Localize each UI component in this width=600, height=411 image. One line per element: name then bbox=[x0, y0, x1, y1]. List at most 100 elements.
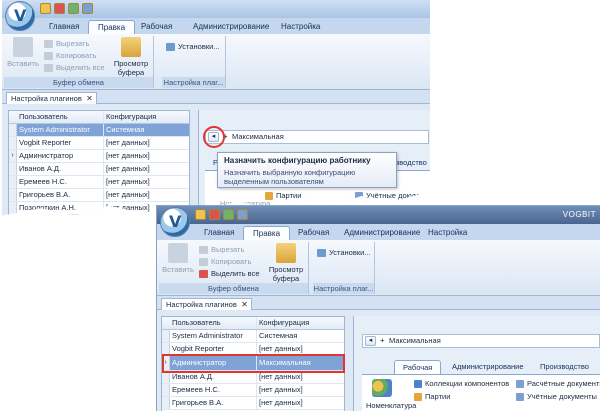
nomenclature-item[interactable]: Номенклатура bbox=[366, 401, 416, 411]
title-bar bbox=[2, 0, 430, 31]
tab-edit[interactable]: Правка bbox=[88, 20, 136, 34]
grid-header: Пользователь Конфигурация bbox=[162, 317, 344, 330]
plugins-settings-group: Установки... Настройка плаг... bbox=[313, 242, 375, 294]
doc-tab-plugins[interactable]: Настройка плагинов ✕ bbox=[6, 92, 97, 104]
select-all-icon bbox=[199, 270, 208, 278]
copy-button[interactable]: Копировать bbox=[44, 51, 96, 61]
cut-button[interactable]: Вырезать bbox=[44, 39, 89, 49]
subtab-admin[interactable]: Администрирование bbox=[444, 360, 532, 374]
batches-icon bbox=[414, 393, 422, 401]
cut-button[interactable]: Вырезать bbox=[199, 245, 244, 255]
highlight-circle bbox=[203, 126, 225, 148]
open-icon[interactable] bbox=[195, 209, 206, 220]
tooltip-title: Назначить конфигурацию работнику bbox=[224, 156, 371, 165]
table-row[interactable]: Григорьев В.А. [нет данных] bbox=[162, 397, 344, 410]
clipboard-group-label: Буфер обмена bbox=[159, 283, 308, 294]
sub-tabs: Рабочая Администрирование Производство bbox=[394, 360, 600, 374]
scissors-icon bbox=[44, 40, 53, 48]
table-row[interactable]: › Администратор [нет данных] bbox=[9, 150, 189, 163]
document-icon bbox=[516, 380, 524, 388]
ribbon-tabs: Главная Правка Рабочая Администрирование… bbox=[157, 224, 600, 240]
subtab-production[interactable]: Производство bbox=[532, 360, 597, 374]
grid-header: Пользователь Конфигурация bbox=[9, 111, 189, 124]
close-tab-icon[interactable]: ✕ bbox=[86, 93, 93, 104]
config-selector[interactable]: ◂ + Максимальная bbox=[362, 334, 600, 348]
document-icon bbox=[516, 393, 524, 401]
accounting-docs-item[interactable]: Учётные документы bbox=[516, 392, 597, 402]
select-all-icon bbox=[44, 64, 53, 72]
paste-button[interactable]: Вставить bbox=[161, 243, 195, 274]
tab-settings[interactable]: Настройка bbox=[272, 20, 329, 34]
tab-work[interactable]: Рабочая bbox=[289, 226, 338, 240]
ribbon: Вставить Вырезать Копировать Выделить вс… bbox=[157, 240, 600, 296]
ribbon-tabs: Главная Правка Рабочая Администрирование… bbox=[2, 18, 430, 34]
assign-config-button[interactable]: ◂ bbox=[365, 336, 376, 346]
table-row[interactable]: Еремеев Н.С. [нет данных] bbox=[162, 384, 344, 397]
highlight-box bbox=[162, 354, 345, 373]
tooltip: Назначить конфигурацию работнику Назначи… bbox=[217, 152, 397, 188]
settings-button[interactable]: Установки... bbox=[166, 42, 220, 52]
column-config[interactable]: Конфигурация bbox=[256, 317, 330, 329]
tab-admin[interactable]: Администрирование bbox=[184, 20, 278, 34]
tab-home[interactable]: Главная bbox=[195, 226, 243, 240]
select-all-button[interactable]: Выделить все bbox=[199, 269, 260, 279]
app-logo-icon[interactable] bbox=[160, 207, 190, 237]
table-row[interactable]: Vogbit Reporter [нет данных] bbox=[9, 137, 189, 150]
clipboard-icon bbox=[276, 243, 296, 263]
table-row[interactable]: System Administrator Системная bbox=[162, 330, 344, 343]
document-icon bbox=[355, 192, 363, 200]
copy-icon bbox=[199, 258, 208, 266]
config-panel: ◂ + Максимальная Рабочая Администрирован… bbox=[353, 316, 600, 411]
select-all-button[interactable]: Выделить все bbox=[44, 63, 105, 73]
sub-ribbon: Номенклатура Коллекции компонентов Парти… bbox=[362, 374, 600, 411]
close-doc-icon[interactable] bbox=[54, 3, 65, 14]
window-title: VOGBIT bbox=[562, 210, 596, 219]
nomenclature-icon[interactable] bbox=[372, 379, 392, 397]
table-row[interactable]: Иванов А.Д. [нет данных] bbox=[9, 163, 189, 176]
clipboard-group: Вставить Вырезать Копировать Выделить вс… bbox=[159, 242, 309, 294]
open-icon[interactable] bbox=[40, 3, 51, 14]
tab-admin[interactable]: Администрирование bbox=[335, 226, 429, 240]
tooltip-body: Назначить выбранную конфигурацию выделен… bbox=[224, 168, 356, 186]
app-logo-icon[interactable] bbox=[5, 1, 35, 31]
save-icon[interactable] bbox=[82, 3, 93, 14]
refresh-icon[interactable] bbox=[68, 3, 79, 14]
settings-button[interactable]: Установки... bbox=[317, 248, 371, 258]
tab-edit[interactable]: Правка bbox=[243, 226, 291, 240]
column-config[interactable]: Конфигурация bbox=[103, 111, 177, 123]
paste-icon bbox=[13, 37, 33, 57]
calculation-docs-item[interactable]: Расчётные документы bbox=[516, 379, 600, 389]
table-row[interactable]: Еремеев Н.С. [нет данных] bbox=[9, 176, 189, 189]
copy-button[interactable]: Копировать bbox=[199, 257, 251, 267]
batches-item[interactable]: Партии bbox=[265, 191, 301, 201]
table-row[interactable]: Григорьев В.А. [нет данных] bbox=[9, 189, 189, 202]
batches-item[interactable]: Партии bbox=[414, 392, 450, 402]
ribbon: Вставить Вырезать Копировать Выделить вс… bbox=[2, 34, 430, 90]
component-collections-item[interactable]: Коллекции компонентов bbox=[414, 379, 509, 389]
config-selector[interactable]: ◂ + Максимальная bbox=[205, 130, 429, 144]
tab-settings[interactable]: Настройка bbox=[419, 226, 476, 240]
title-bar: VOGBIT bbox=[157, 206, 600, 237]
plugins-settings-group: Установки... Настройка плаг... bbox=[162, 36, 226, 88]
subtab-work[interactable]: Рабочая bbox=[394, 360, 442, 374]
refresh-icon[interactable] bbox=[223, 209, 234, 220]
scissors-icon bbox=[199, 246, 208, 254]
doc-tab-plugins[interactable]: Настройка плагинов ✕ bbox=[161, 298, 252, 310]
paste-icon bbox=[168, 243, 188, 263]
column-user[interactable]: Пользователь bbox=[19, 111, 101, 123]
tab-work[interactable]: Рабочая bbox=[132, 20, 181, 34]
save-icon[interactable] bbox=[237, 209, 248, 220]
table-row[interactable]: System Administrator Системная bbox=[9, 124, 189, 137]
settings-icon bbox=[166, 43, 175, 51]
paste-button[interactable]: Вставить bbox=[6, 37, 40, 68]
clipboard-icon bbox=[121, 37, 141, 57]
tab-home[interactable]: Главная bbox=[40, 20, 88, 34]
clipboard-group: Вставить Вырезать Копировать Выделить вс… bbox=[4, 36, 154, 88]
document-tabs: Настройка плагинов ✕ bbox=[157, 296, 600, 310]
add-icon[interactable]: + bbox=[380, 335, 385, 347]
accounting-docs-item[interactable]: Учётные докумен... bbox=[355, 191, 430, 201]
close-doc-icon[interactable] bbox=[209, 209, 220, 220]
plugins-group-label: Настройка плаг... bbox=[313, 283, 374, 294]
column-user[interactable]: Пользователь bbox=[172, 317, 254, 329]
close-tab-icon[interactable]: ✕ bbox=[241, 299, 248, 310]
